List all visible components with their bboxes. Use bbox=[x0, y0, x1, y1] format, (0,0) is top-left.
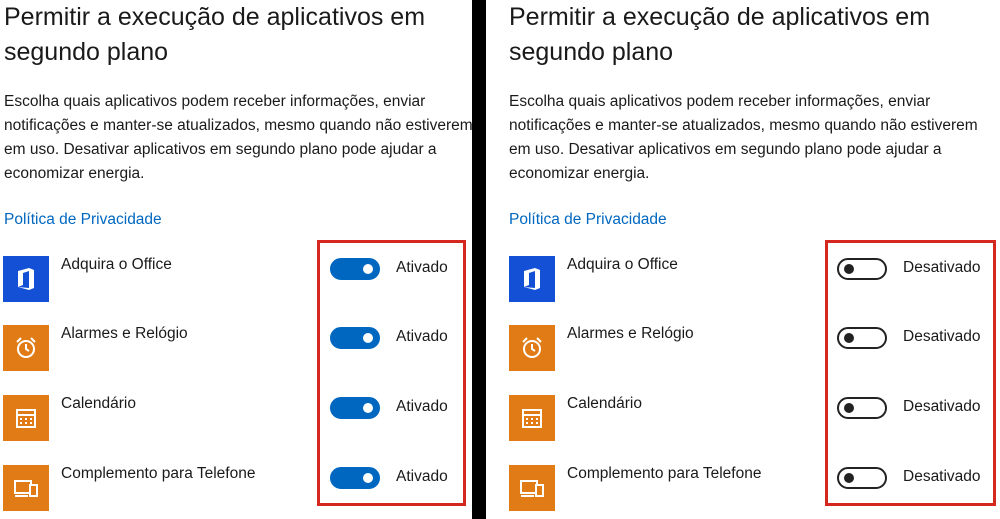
phone-companion-icon bbox=[509, 465, 555, 511]
highlight-box bbox=[317, 240, 466, 506]
app-name: Calendário bbox=[61, 395, 136, 412]
settings-panel-disabled: Permitir a execução de aplicativos em se… bbox=[486, 0, 1000, 519]
app-name: Alarmes e Relógio bbox=[567, 325, 694, 342]
calendar-icon bbox=[3, 395, 49, 441]
app-name: Complemento para Telefone bbox=[61, 465, 256, 482]
page-title: Permitir a execução de aplicativos em se… bbox=[4, 3, 426, 66]
settings-panel-enabled: Permitir a execução de aplicativos em se… bbox=[0, 0, 472, 519]
highlight-box bbox=[825, 240, 996, 506]
app-name: Calendário bbox=[567, 395, 642, 412]
office-icon bbox=[3, 256, 49, 302]
privacy-policy-link[interactable]: Política de Privacidade bbox=[4, 211, 162, 229]
app-name: Complemento para Telefone bbox=[567, 465, 762, 482]
app-name: Adquira o Office bbox=[567, 256, 678, 273]
calendar-icon bbox=[509, 395, 555, 441]
page-description: Escolha quais aplicativos podem receber … bbox=[4, 93, 472, 182]
page-title: Permitir a execução de aplicativos em se… bbox=[509, 3, 931, 66]
page-description: Escolha quais aplicativos podem receber … bbox=[509, 93, 978, 182]
privacy-policy-link[interactable]: Política de Privacidade bbox=[509, 211, 667, 229]
phone-companion-icon bbox=[3, 465, 49, 511]
office-icon bbox=[509, 256, 555, 302]
alarm-clock-icon bbox=[3, 325, 49, 371]
alarm-clock-icon bbox=[509, 325, 555, 371]
app-name: Adquira o Office bbox=[61, 256, 172, 273]
app-name: Alarmes e Relógio bbox=[61, 325, 188, 342]
